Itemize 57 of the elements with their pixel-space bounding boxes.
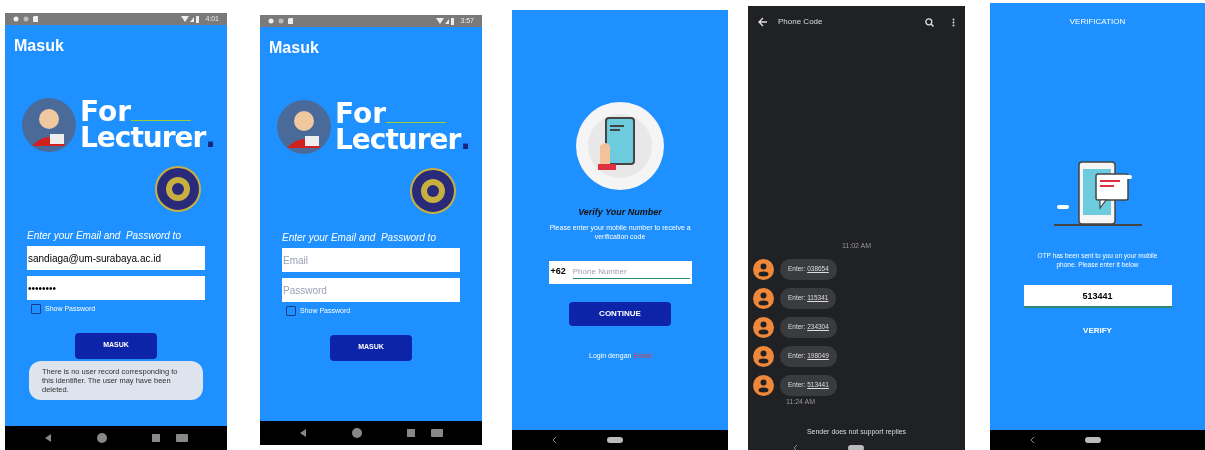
logo-underline (131, 120, 192, 121)
back-icon (793, 443, 798, 450)
back-icon (552, 436, 557, 444)
checkbox[interactable] (31, 304, 41, 315)
logo-text: For (80, 99, 132, 125)
back-icon (298, 429, 307, 437)
password-field[interactable]: Password (282, 278, 460, 302)
logo-dot: . (205, 125, 216, 151)
signal-battery-icon (181, 15, 202, 23)
logo-text: Lecturer (335, 127, 461, 153)
country-code[interactable]: +62 (550, 265, 566, 279)
person-avatar-icon (753, 287, 774, 309)
back-icon (43, 434, 52, 442)
back-arrow-icon (758, 17, 768, 27)
sd-card-icon (288, 18, 293, 24)
email-field[interactable]: Email (282, 248, 460, 272)
email-field[interactable]: sandiaga@um-surabaya.ac.id (27, 246, 205, 270)
app-title: Masuk (268, 38, 320, 58)
password-field[interactable]: •••••••• (27, 276, 205, 300)
otp-code-field[interactable]: 513441 (1023, 285, 1172, 308)
seal-emblem-icon (155, 166, 201, 212)
conversation-title: Phone Code (778, 16, 824, 28)
more-options-icon (952, 17, 955, 27)
back-icon (1030, 436, 1035, 444)
recents-icon (407, 429, 416, 437)
screen-title: VERIFICATION (1069, 16, 1126, 28)
search-icon (925, 17, 934, 27)
instruction-text: Enter your Email and Password to (26, 229, 182, 243)
recents-icon (152, 434, 161, 442)
app-title: Masuk (13, 36, 65, 56)
sd-card-icon (33, 16, 38, 22)
person-avatar-icon (753, 316, 774, 338)
logo-dot: . (460, 127, 471, 153)
home-icon (848, 444, 864, 450)
home-icon (97, 433, 107, 443)
person-avatar-icon (753, 258, 774, 280)
person-avatar-icon (753, 374, 774, 396)
checkbox[interactable] (286, 306, 296, 317)
circle-icon (278, 18, 284, 24)
home-icon (352, 428, 362, 438)
logo-underline (386, 122, 447, 123)
home-icon (607, 437, 623, 443)
person-avatar-icon (753, 345, 774, 367)
continue-button[interactable]: CONTINUE (569, 301, 671, 326)
instruction-text: Enter your Email and Password to (281, 231, 437, 245)
logo-text: Lecturer (80, 125, 206, 151)
home-icon (1085, 437, 1101, 443)
logo-text: For (335, 101, 387, 127)
phone-input-field[interactable]: +62 Phone Number (548, 260, 692, 284)
avatar-icon (277, 100, 331, 154)
signal-battery-icon (436, 17, 457, 25)
keyboard-icon (176, 434, 189, 442)
screen-heading: Verify Your Number (578, 206, 662, 219)
seal-emblem-icon (410, 168, 456, 214)
avatar-icon (22, 98, 76, 152)
keyboard-icon (431, 429, 444, 437)
circle-icon (23, 16, 29, 22)
